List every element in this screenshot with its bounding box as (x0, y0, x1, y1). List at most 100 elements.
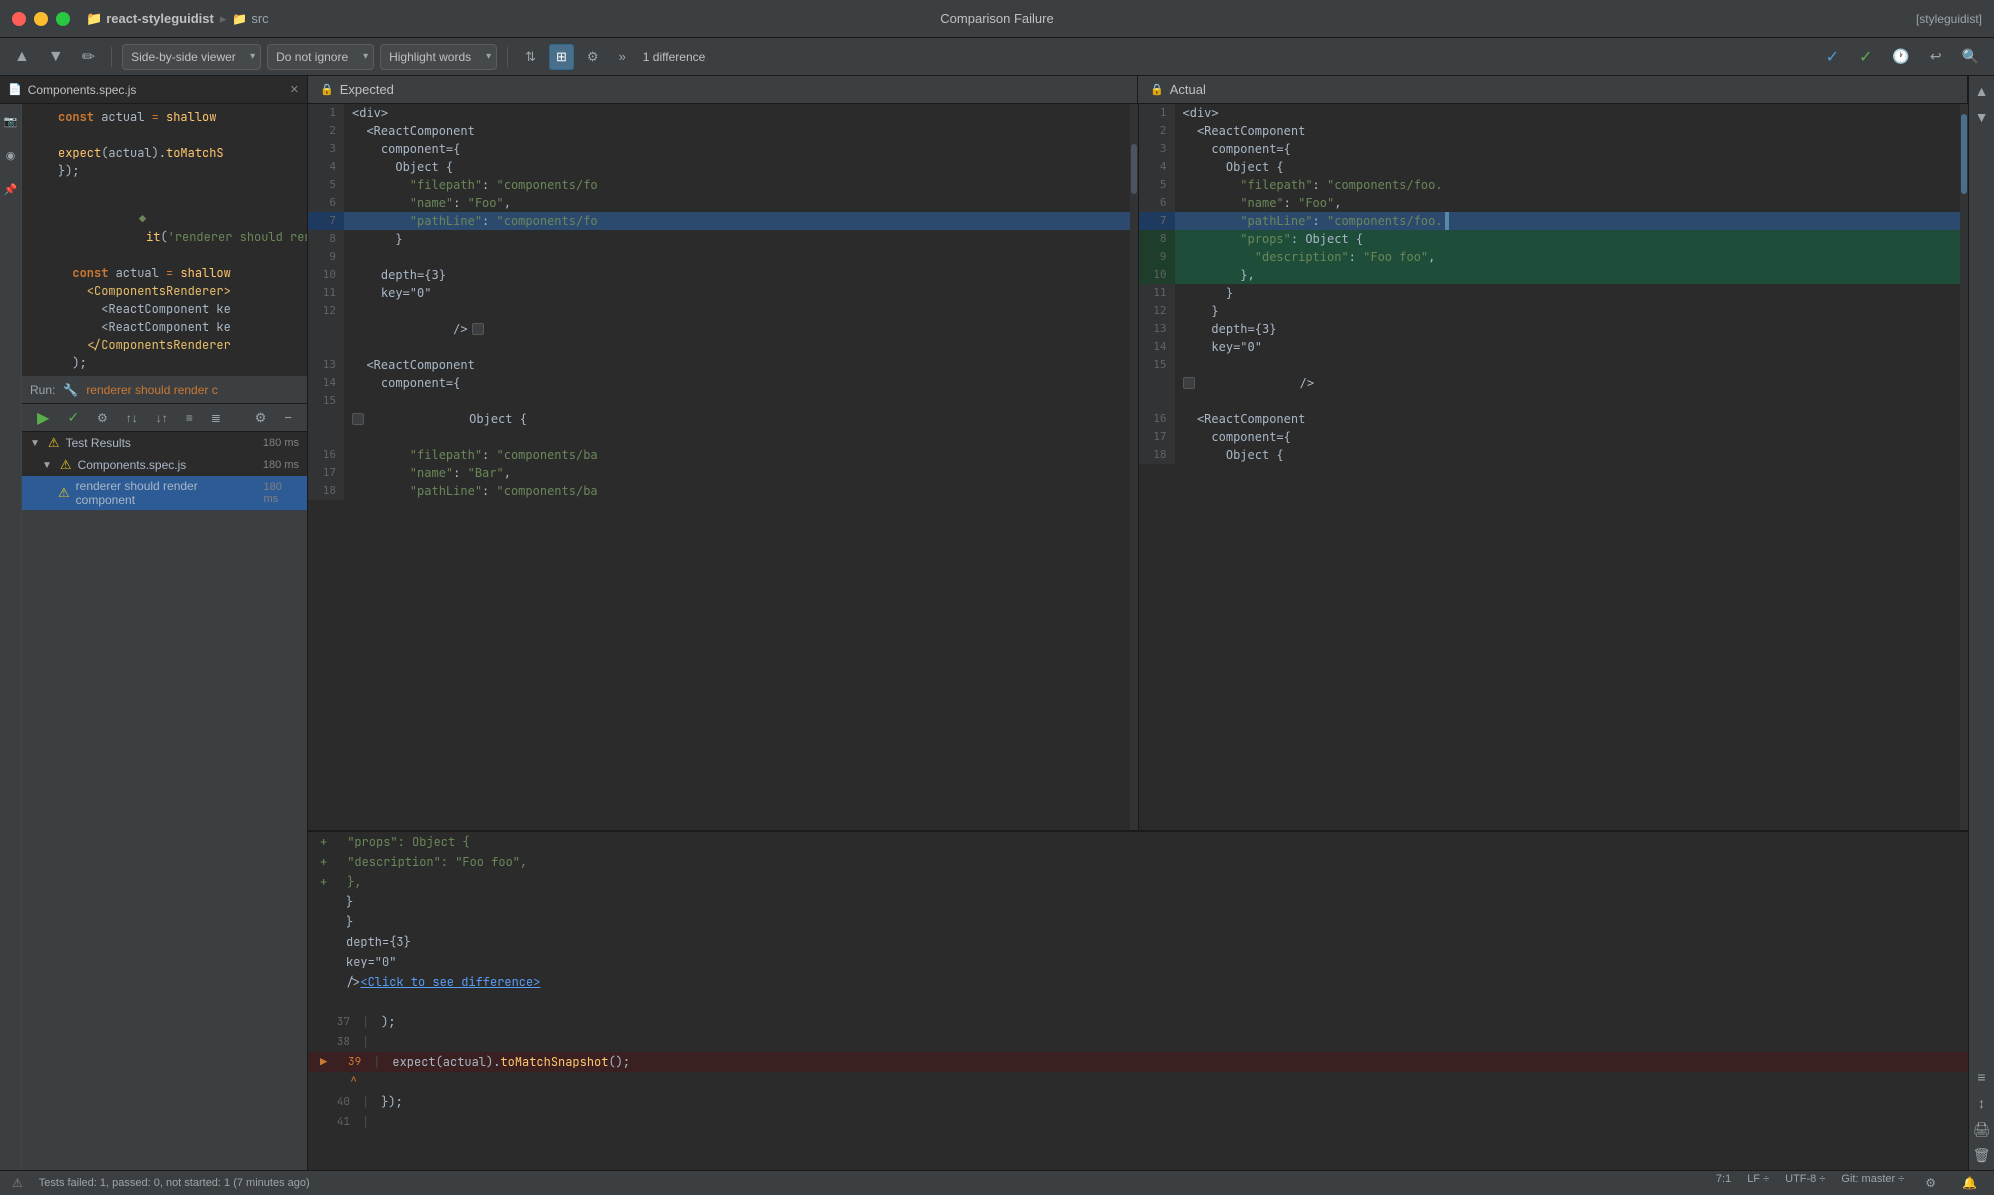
clock-btn[interactable]: 🕐 (1885, 44, 1916, 70)
click-to-see-link[interactable]: <Click to see difference> (360, 972, 540, 992)
bot-line-8: key="0" (308, 952, 1968, 972)
exp-line-1: 1<div> (308, 104, 1138, 122)
test-time: 180 ms (264, 481, 300, 505)
right-down-btn[interactable]: ▼ (1971, 106, 1993, 128)
run-label: Run: (30, 383, 55, 397)
actual-thumb (1961, 114, 1967, 194)
collapse-btn[interactable]: − (277, 405, 299, 431)
sort-desc-btn[interactable]: ↓↑ (149, 405, 175, 431)
src-folder: src (251, 11, 268, 26)
bot-line-7: depth={3} (308, 932, 1968, 952)
exp-line-18: 18 "pathLine": "components/ba (308, 482, 1138, 500)
act-line-8: 8 "props": Object { (1139, 230, 1969, 248)
side-by-side-btn[interactable]: ⊞ (549, 44, 574, 70)
sep2 (507, 47, 508, 67)
check-blue-btn[interactable]: ✓ (1819, 44, 1846, 70)
exp-line-12: 12 /> (308, 302, 1138, 356)
folder-icon2: 📁 (232, 12, 247, 26)
gear-btn[interactable]: ⚙ (580, 44, 606, 70)
code-line-4: }); (22, 162, 307, 180)
act-line-1: 1<div> (1139, 104, 1969, 122)
warning-icon3: ⚠ (58, 485, 70, 501)
exp-line-8: 8 } (308, 230, 1138, 248)
window-controls (12, 12, 70, 26)
actual-scrollbar[interactable] (1960, 104, 1968, 830)
test-case-item[interactable]: ⚠ renderer should render component 180 m… (22, 476, 307, 510)
diff-container: 🔒 Expected 🔒 Actual 1<div> 2 <ReactCompo… (308, 76, 1968, 1170)
diff-bottom: + "props": Object { + "description": "Fo… (308, 830, 1968, 1170)
camera-icon[interactable]: 📷 (2, 112, 20, 130)
act-line-18: 18 Object { (1139, 446, 1969, 464)
close-button[interactable] (12, 12, 26, 26)
code-editor[interactable]: const actual = shallow expect(actual).to… (22, 104, 307, 376)
right-align-btn[interactable]: ≡ (1971, 1066, 1993, 1088)
code-line-cr-close: </ComponentsRenderer (22, 336, 307, 354)
right-delete-btn[interactable]: 🗑 (1971, 1144, 1993, 1166)
viewer-select[interactable]: Side-by-side viewer (122, 44, 261, 70)
scroll-down-btn[interactable]: ▼ (42, 44, 70, 70)
settings-status-btn[interactable]: ⚙ (1920, 1173, 1941, 1193)
actual-panel[interactable]: 1<div> 2 <ReactComponent 3 component={ 4… (1138, 104, 1969, 830)
warning-status-icon: ⚠ (12, 1176, 23, 1190)
align-right-btn[interactable]: ≣ (204, 405, 228, 431)
exp-line-15: 15 Object { (308, 392, 1138, 446)
expected-scrollbar[interactable] (1130, 104, 1138, 830)
notifications-btn[interactable]: 🔔 (1957, 1173, 1982, 1193)
connector-box (472, 323, 484, 335)
add-prefix: + (320, 832, 327, 852)
highlight-select[interactable]: Highlight words (380, 44, 497, 70)
title-text: Comparison Failure (940, 11, 1053, 26)
file-time: 180 ms (263, 459, 299, 471)
bot-line-add2: + "description": "Foo foo", (308, 852, 1968, 872)
right-panel: ▲ ▼ ≡ ↕ 🖨 🗑 (1968, 76, 1994, 1170)
code-line-const: const actual = shallow (22, 264, 307, 282)
statusbar-right: 7:1 LF ÷ UTF-8 ÷ Git: master ÷ ⚙ 🔔 (1716, 1173, 1982, 1193)
settings-icon-btn[interactable]: ⇅ (518, 44, 543, 70)
search-btn[interactable]: 🔍 (1955, 44, 1986, 70)
check-green-btn[interactable]: ✓ (1852, 44, 1879, 70)
scroll-up-btn[interactable]: ▲ (8, 44, 36, 70)
maximize-button[interactable] (56, 12, 70, 26)
edit-btn[interactable]: ✏ (76, 43, 101, 71)
titlebar: 📁 react-styleguidist ▸ 📁 src Comparison … (0, 0, 1994, 38)
cursor (1445, 212, 1449, 230)
right-sort-btn[interactable]: ↕ (1971, 1092, 1993, 1114)
position: 7:1 (1716, 1173, 1731, 1193)
minimize-button[interactable] (34, 12, 48, 26)
filter-btn[interactable]: ⚙ (90, 405, 115, 431)
act-line-9: 9 "description": "Foo foo", (1139, 248, 1969, 266)
file-tab[interactable]: 📄 Components.spec.js ✕ (0, 76, 307, 104)
exp-line-5: 5 "filepath": "components/fo (308, 176, 1138, 194)
align-left-btn[interactable]: ≡ (179, 405, 200, 431)
ignore-select-wrapper: Do not ignore (267, 44, 374, 70)
titlebar-right: [styleguidist] (1916, 12, 1982, 26)
sep1: ▸ (220, 11, 227, 27)
ignore-select[interactable]: Do not ignore (267, 44, 374, 70)
expected-label: Expected (340, 82, 394, 97)
exp-line-13: 13 <ReactComponent (308, 356, 1138, 374)
expected-panel[interactable]: 1<div> 2 <ReactComponent 3 component={ 4… (308, 104, 1138, 830)
tab-close-btn[interactable]: ✕ (290, 83, 299, 96)
run-tests-btn[interactable]: ▶ (30, 405, 56, 431)
more-btn[interactable]: » (612, 44, 633, 70)
act-line-12: 12 } (1139, 302, 1969, 320)
sort-asc-btn[interactable]: ↑↓ (119, 405, 145, 431)
gear2-btn[interactable]: ⚙ (248, 405, 274, 431)
warning-icon2: ⚠ (60, 457, 72, 473)
right-print-btn[interactable]: 🖨 (1971, 1118, 1993, 1140)
pin-icon[interactable]: 📌 (2, 180, 20, 198)
act-line-11: 11 } (1139, 284, 1969, 302)
expand-icon2: ▼ (42, 460, 52, 471)
circle-icon[interactable]: ◉ (2, 146, 20, 164)
actual-label: Actual (1170, 82, 1206, 97)
act-line-17: 17 component={ (1139, 428, 1969, 446)
act-line-13: 13 depth={3} (1139, 320, 1969, 338)
test-file-item[interactable]: ▼ ⚠ Components.spec.js 180 ms (22, 454, 307, 476)
undo-btn[interactable]: ↩ (1923, 44, 1949, 70)
right-up-btn[interactable]: ▲ (1971, 80, 1993, 102)
bot-line-37: 37 | ); (308, 1012, 1968, 1032)
test-toolbar: ▶ ✓ ⚙ ↑↓ ↓↑ ≡ ≣ ⚙ − (22, 404, 307, 432)
run-test-name: renderer should render c (86, 383, 217, 397)
test-suite-item[interactable]: ▼ ⚠ Test Results 180 ms (22, 432, 307, 454)
pass-filter-btn[interactable]: ✓ (60, 405, 86, 431)
